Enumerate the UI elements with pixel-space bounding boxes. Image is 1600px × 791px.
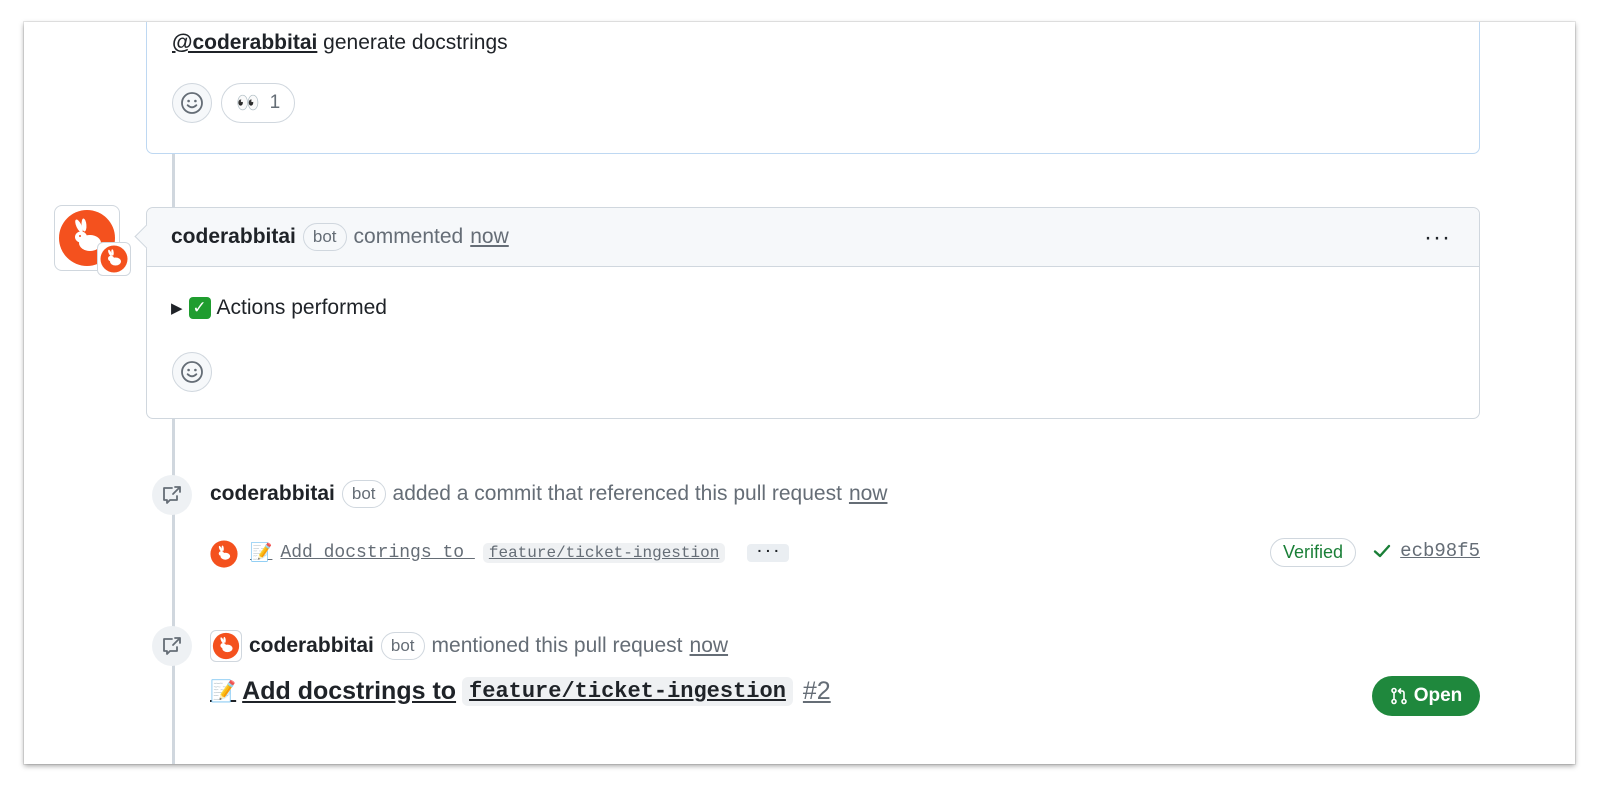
comment-body: @coderabbitai generate docstrings xyxy=(172,31,508,55)
bot-badge: bot xyxy=(341,480,386,508)
author-link[interactable]: coderabbitai xyxy=(171,225,296,249)
event-action: added a commit that referenced this pull… xyxy=(392,482,842,505)
eyes-reaction-button[interactable]: 👀 1 xyxy=(221,83,296,123)
branch-code: feature/ticket-ingestion xyxy=(482,543,726,563)
bot-badge: bot xyxy=(380,632,425,660)
coderabbit-logo-icon xyxy=(210,540,238,568)
cross-reference-icon xyxy=(152,626,192,666)
pr-title-text: Add docstrings to xyxy=(242,677,457,705)
coderabbit-logo-icon xyxy=(100,245,128,273)
commit-sha: ecb98f5 xyxy=(1400,540,1480,562)
avatar[interactable] xyxy=(210,630,242,662)
comment-header: coderabbitai bot commented now ··· xyxy=(134,208,1479,267)
details-summary-text: Actions performed xyxy=(216,296,387,319)
comment-box-top: @coderabbitai generate docstrings 👀 1 xyxy=(146,22,1480,154)
avatar[interactable] xyxy=(210,540,238,568)
commit-event-line: coderabbitai bot added a commit that ref… xyxy=(210,480,887,508)
timeline-window: @coderabbitai generate docstrings 👀 1 co… xyxy=(24,22,1575,764)
comment-box: coderabbitai bot commented now ··· ▶ ✓ A… xyxy=(134,207,1480,419)
eyes-emoji-icon: 👀 xyxy=(236,93,260,114)
comment-action: commented xyxy=(353,225,464,248)
user-mention-link[interactable]: @coderabbitai xyxy=(172,31,317,54)
more-options-button[interactable]: ··· xyxy=(1424,224,1451,252)
cross-reference-icon xyxy=(152,475,192,515)
check-icon xyxy=(1373,544,1391,558)
reaction-count: 1 xyxy=(269,92,281,113)
smiley-icon xyxy=(181,92,203,114)
app-badge-avatar xyxy=(97,242,131,276)
pr-open-status-badge[interactable]: Open xyxy=(1372,676,1480,716)
coderabbit-logo-icon xyxy=(212,632,240,660)
timestamp-link[interactable]: now xyxy=(470,225,509,249)
bot-badge: bot xyxy=(302,223,347,251)
comment-text: generate docstrings xyxy=(317,31,508,54)
commit-message-text: Add docstrings to xyxy=(280,543,475,563)
timestamp-link[interactable]: now xyxy=(690,634,729,658)
comment-meta: coderabbitai bot commented now xyxy=(171,223,509,251)
actions-details-summary[interactable]: ▶ ✓ Actions performed xyxy=(171,296,387,320)
check-mark-icon: ✓ xyxy=(188,297,211,319)
avatar[interactable] xyxy=(54,205,131,276)
add-reaction-button[interactable] xyxy=(172,83,212,123)
commit-message-link[interactable]: 📝 Add docstrings to feature/ticket-inges… xyxy=(250,542,789,564)
author-link[interactable]: coderabbitai xyxy=(210,482,335,506)
pr-state-label: Open xyxy=(1413,685,1463,706)
timestamp-link[interactable]: now xyxy=(849,482,888,506)
disclosure-triangle-icon: ▶ xyxy=(171,300,183,317)
verified-badge[interactable]: Verified xyxy=(1269,538,1356,567)
author-link[interactable]: coderabbitai xyxy=(249,634,374,658)
expand-commit-button[interactable]: ··· xyxy=(747,544,789,562)
smiley-icon xyxy=(181,361,203,383)
comment-pointer xyxy=(134,224,159,249)
commit-row: 📝 Add docstrings to feature/ticket-inges… xyxy=(210,538,1480,570)
pr-title-link[interactable]: 📝 Add docstrings to feature/ticket-inges… xyxy=(210,677,831,706)
event-action: mentioned this pull request xyxy=(431,634,683,657)
git-pull-request-icon xyxy=(1390,687,1407,705)
memo-emoji-icon: 📝 xyxy=(210,679,237,703)
branch-code: feature/ticket-ingestion xyxy=(462,677,793,706)
memo-emoji-icon: 📝 xyxy=(250,544,273,564)
mention-event-line: coderabbitai bot mentioned this pull req… xyxy=(210,630,728,662)
add-reaction-button[interactable] xyxy=(172,352,212,392)
pr-number: #2 xyxy=(802,677,831,705)
commit-sha-link[interactable]: ecb98f5 xyxy=(1372,540,1480,562)
